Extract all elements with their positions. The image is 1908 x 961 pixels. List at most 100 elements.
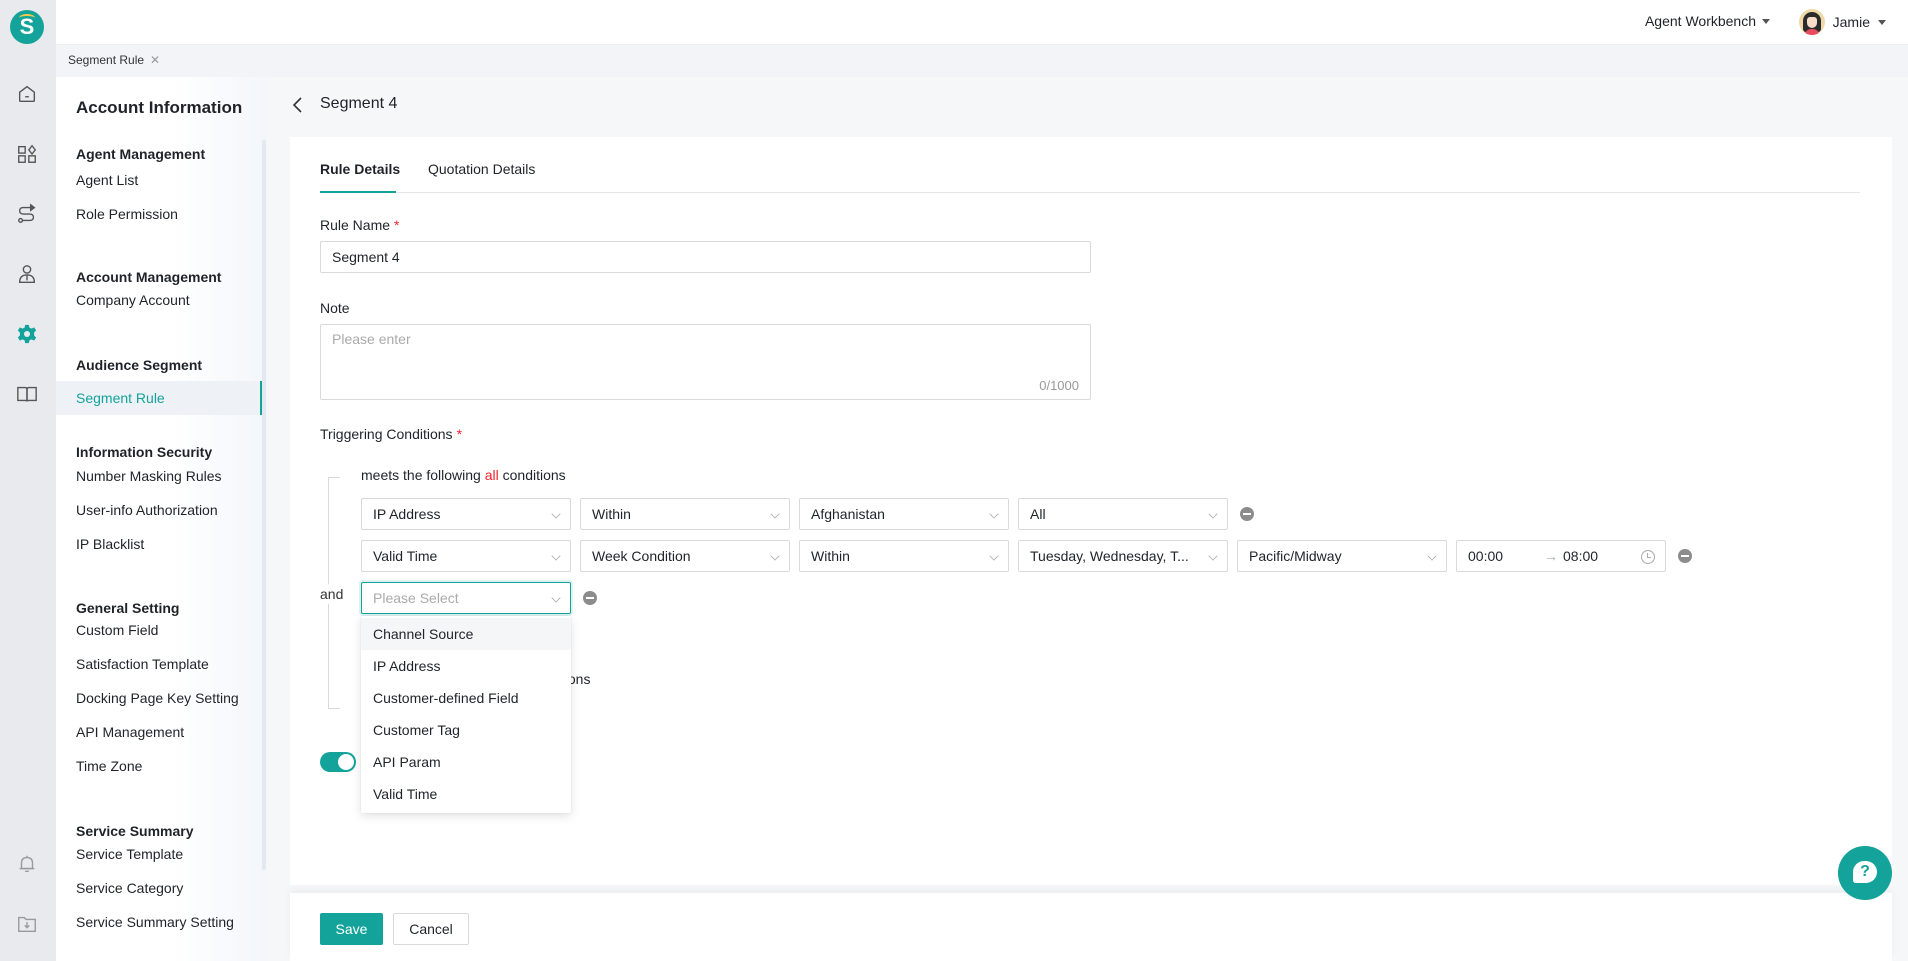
note-placeholder: Please enter <box>332 331 411 347</box>
condition2-days-select[interactable]: Tuesday, Wednesday, T... <box>1018 540 1228 572</box>
app-logo[interactable]: S <box>10 10 44 44</box>
caret-down-icon <box>1762 18 1770 24</box>
select-value: Week Condition <box>592 548 691 564</box>
app-rail: S <box>0 0 56 961</box>
help-chat-icon: ? <box>1853 861 1877 883</box>
download-folder-icon[interactable] <box>14 911 40 937</box>
close-icon[interactable]: ✕ <box>150 53 160 67</box>
cancel-button[interactable]: Cancel <box>393 913 469 945</box>
time-end[interactable]: 08:00 <box>1563 548 1598 564</box>
page-title: Segment 4 <box>320 95 398 112</box>
workbench-label: Agent Workbench <box>1644 13 1756 29</box>
condition1-field-select[interactable]: IP Address <box>361 498 571 530</box>
condition2-operator-select[interactable]: Week Condition <box>580 540 790 572</box>
note-textarea[interactable]: Please enter 0/1000 <box>320 324 1091 400</box>
sidebar-item-satisfaction-template[interactable]: Satisfaction Template <box>56 647 262 681</box>
condition2-value-select[interactable]: Within <box>799 540 1009 572</box>
rule-enabled-toggle[interactable] <box>320 752 356 772</box>
open-tab-label: Segment Rule <box>68 53 145 67</box>
triggering-conditions-label: Triggering Conditions * <box>320 426 462 442</box>
required-mark: * <box>394 217 400 233</box>
home-icon[interactable] <box>14 81 40 107</box>
select-value: Within <box>811 548 850 564</box>
detail-tabs: Rule Details Quotation Details <box>320 137 1860 193</box>
sidebar-item-user-info-authorization[interactable]: User-info Authorization <box>56 493 262 527</box>
field-select-dropdown: Channel Source IP Address Customer-defin… <box>361 616 571 813</box>
required-mark: * <box>456 426 463 442</box>
condition2-time-range-picker[interactable]: 00:00 → 08:00 <box>1456 540 1666 572</box>
condition2-field-select[interactable]: Valid Time <box>361 540 571 572</box>
select-value: Tuesday, Wednesday, T... <box>1030 548 1189 564</box>
condition3-field-select[interactable]: Please Select <box>361 582 571 614</box>
caret-down-icon <box>1878 19 1886 25</box>
sidebar-item-api-management[interactable]: API Management <box>56 715 262 749</box>
group1-match-mode[interactable]: all <box>485 467 499 483</box>
chevron-down-icon <box>770 551 780 561</box>
agent-icon[interactable] <box>14 261 40 287</box>
dropdown-option-channel-source[interactable]: Channel Source <box>361 618 571 650</box>
select-value: IP Address <box>373 506 441 522</box>
route-icon[interactable] <box>14 201 40 227</box>
sidebar-item-segment-rule[interactable]: Segment Rule <box>56 381 262 415</box>
clock-icon <box>1641 550 1655 564</box>
group-joiner-label[interactable]: and <box>320 584 344 604</box>
sidebar-item-docking-page-key-setting[interactable]: Docking Page Key Setting <box>56 681 262 715</box>
sidebar-item-number-masking-rules[interactable]: Number Masking Rules <box>56 459 262 493</box>
sidebar-title: Account Information <box>76 98 243 117</box>
remove-condition2-icon[interactable] <box>1678 549 1692 563</box>
form-footer: Save Cancel <box>290 893 1892 961</box>
dropdown-option-customer-defined-field[interactable]: Customer-defined Field <box>361 682 571 714</box>
condition1-value-select[interactable]: Afghanistan <box>799 498 1009 530</box>
sidebar-item-time-zone[interactable]: Time Zone <box>56 749 262 783</box>
book-icon[interactable] <box>14 381 40 407</box>
user-menu[interactable]: Jamie <box>1798 9 1886 35</box>
tab-rule-details[interactable]: Rule Details <box>320 161 400 177</box>
select-value: Valid Time <box>373 548 438 564</box>
rule-name-input[interactable]: Segment 4 <box>320 241 1091 273</box>
user-name: Jamie <box>1832 14 1870 30</box>
time-start[interactable]: 00:00 <box>1468 548 1503 564</box>
settings-icon[interactable] <box>14 321 40 347</box>
workbench-switcher[interactable]: Agent Workbench <box>1645 13 1770 29</box>
back-icon[interactable] <box>290 95 306 115</box>
chevron-down-icon <box>989 551 999 561</box>
sidebar-item-custom-field[interactable]: Custom Field <box>56 613 262 647</box>
bell-icon[interactable] <box>14 851 40 877</box>
tab-quotation-details[interactable]: Quotation Details <box>428 161 535 177</box>
sidebar-item-role-permission[interactable]: Role Permission <box>56 197 262 231</box>
sidebar-item-company-account[interactable]: Company Account <box>56 283 262 317</box>
sidebar-scrollbar[interactable] <box>262 140 266 870</box>
dropdown-option-api-param[interactable]: API Param <box>361 746 571 778</box>
rule-name-label-text: Rule Name <box>320 217 391 233</box>
range-arrow-icon: → <box>1544 548 1558 564</box>
sidebar-item-service-summary-setting[interactable]: Service Summary Setting <box>56 905 262 939</box>
select-value: Pacific/Midway <box>1249 548 1342 564</box>
dropdown-option-customer-tag[interactable]: Customer Tag <box>361 714 571 746</box>
open-tab-segment-rule[interactable]: Segment Rule ✕ <box>68 53 160 67</box>
condition2-timezone-select[interactable]: Pacific/Midway <box>1237 540 1447 572</box>
chevron-down-icon <box>551 509 561 519</box>
avatar <box>1798 9 1825 35</box>
help-button[interactable]: ? <box>1838 846 1892 900</box>
apps-icon[interactable] <box>14 141 40 167</box>
remove-condition1-icon[interactable] <box>1240 507 1254 521</box>
sidebar-item-service-template[interactable]: Service Template <box>56 837 262 871</box>
group1-suffix: conditions <box>502 467 566 483</box>
chevron-down-icon <box>1427 551 1437 561</box>
remove-condition3-icon[interactable] <box>583 591 597 605</box>
sidebar-item-agent-list[interactable]: Agent List <box>56 163 262 197</box>
sidebar-group-audience-segment: Audience Segment <box>76 357 203 373</box>
dropdown-option-ip-address[interactable]: IP Address <box>361 650 571 682</box>
chevron-down-icon <box>551 551 561 561</box>
sidebar-item-ip-blacklist[interactable]: IP Blacklist <box>56 527 262 561</box>
condition1-operator-select[interactable]: Within <box>580 498 790 530</box>
select-value: Within <box>592 506 631 522</box>
chevron-down-icon <box>551 593 561 603</box>
group1-prefix: meets the following <box>361 467 481 483</box>
save-button[interactable]: Save <box>320 913 383 945</box>
tab-active-indicator <box>320 191 396 193</box>
note-label: Note <box>320 300 350 316</box>
condition1-extra-select[interactable]: All <box>1018 498 1228 530</box>
sidebar-item-service-category[interactable]: Service Category <box>56 871 262 905</box>
dropdown-option-valid-time[interactable]: Valid Time <box>361 778 571 810</box>
